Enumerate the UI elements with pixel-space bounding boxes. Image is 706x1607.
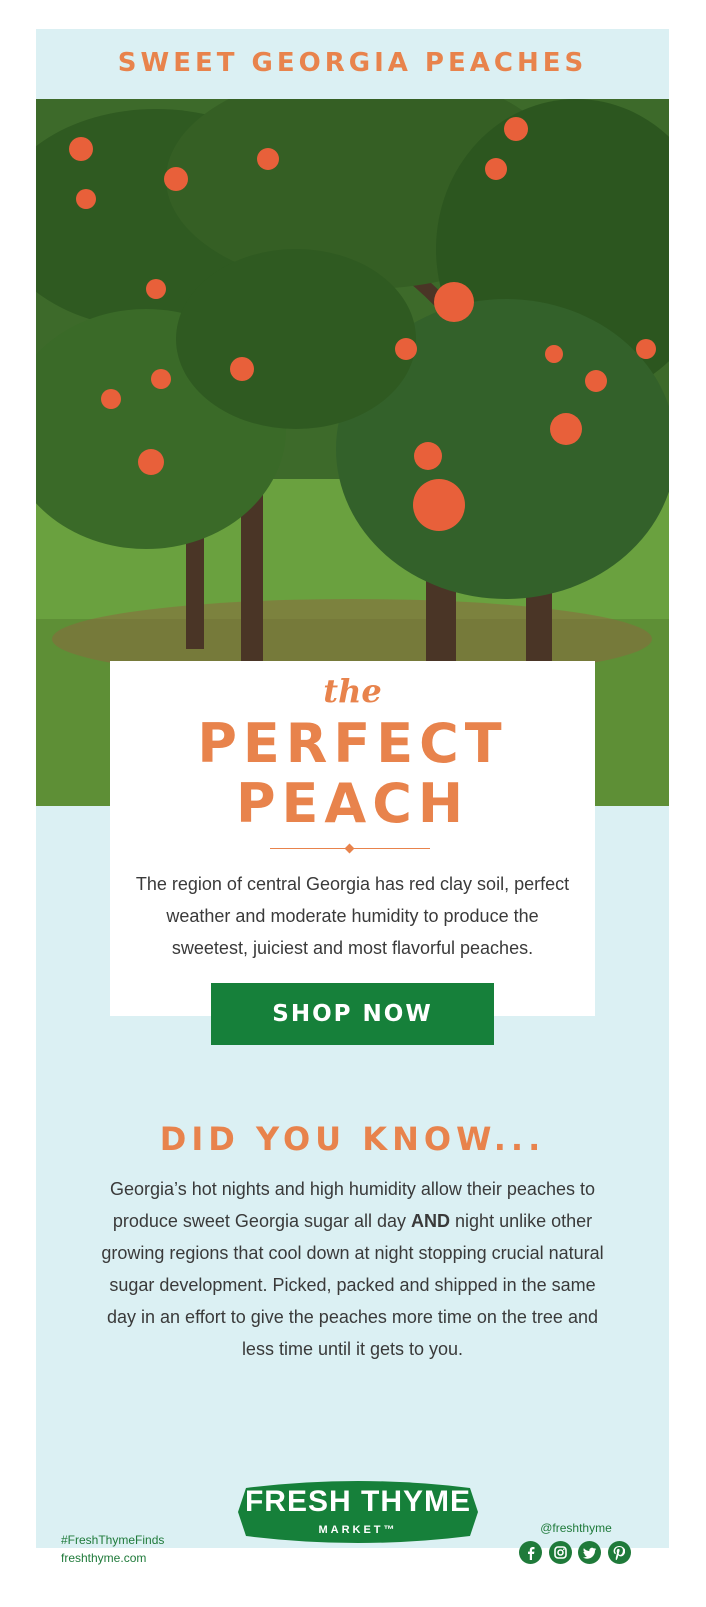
social-icons [519,1541,631,1565]
did-you-know-title: DID YOU KNOW... [159,1120,546,1158]
twitter-icon[interactable] [578,1541,602,1564]
pinterest-icon[interactable] [607,1541,631,1564]
did-you-know-emphasis: AND [411,1211,451,1231]
did-you-know-body: Georgia’s hot nights and high humidity a… [96,1173,609,1365]
banner-title: SWEET GEORGIA PEACHES [117,48,588,78]
logo-wordmark: FRESH THYME [244,1485,471,1518]
card-description: The region of central Georgia has red cl… [135,874,570,958]
footer-social-handle[interactable]: @freshthyme [520,1521,632,1535]
headline-script: the [323,672,382,710]
shop-now-button[interactable]: SHOP NOW [211,983,494,1045]
facebook-icon[interactable] [519,1541,542,1564]
headline-line-1: PERFECT [197,712,508,775]
headline-line-2: PEACH [235,772,470,835]
footer-website-link[interactable]: freshthyme.com [61,1550,146,1566]
did-you-know-text-2: night unlike other growing regions that … [101,1211,604,1359]
footer-hashtag[interactable]: #FreshThymeFinds [61,1532,164,1548]
logo-subtitle: MARKET™ [318,1524,398,1536]
instagram-icon[interactable] [548,1541,572,1564]
